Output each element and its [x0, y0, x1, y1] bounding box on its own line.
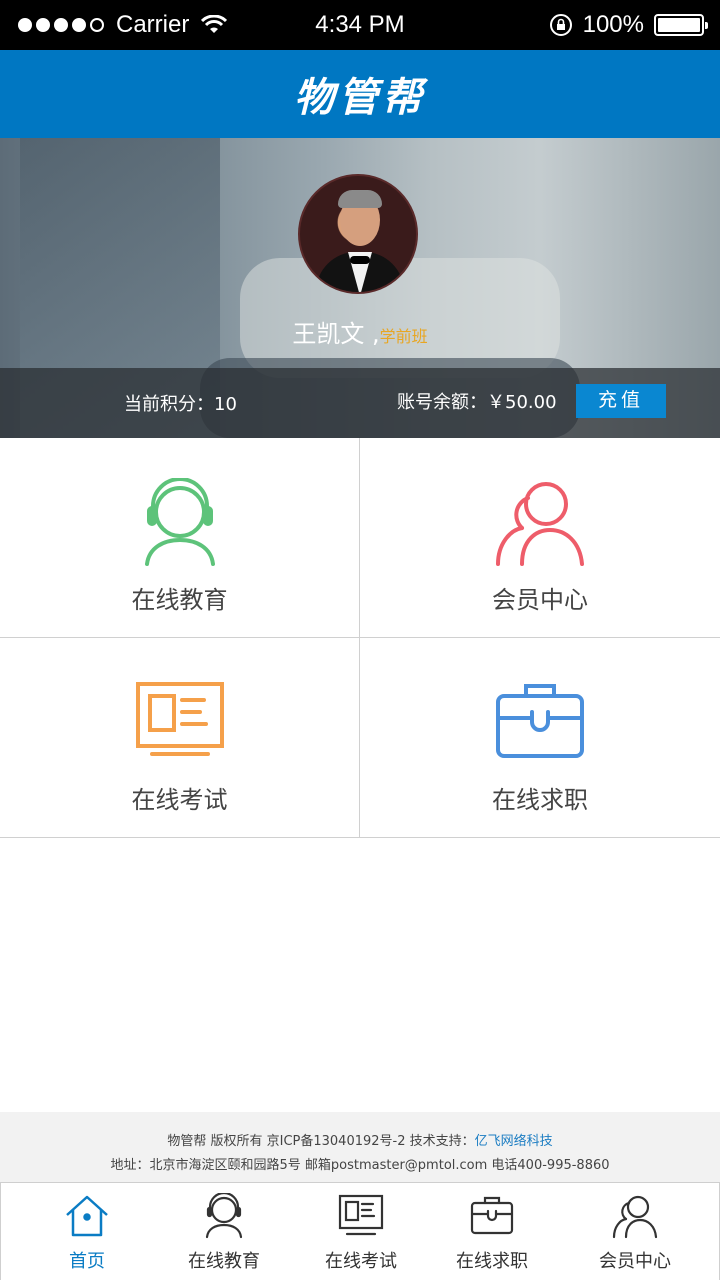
footer-line-1: 物管帮 版权所有 京ICP备13040192号-2 技术支持：亿飞网络科技 [0, 1130, 720, 1149]
site-footer: 物管帮 版权所有 京ICP备13040192号-2 技术支持：亿飞网络科技 地址… [0, 1112, 720, 1182]
tab-label: 在线考试 [325, 1251, 397, 1272]
footer-contact: 地址：北京市海淀区颐和园路5号 邮箱postmaster@pmtol.com 电… [110, 1158, 610, 1173]
app-logo: 物管帮 [294, 74, 426, 121]
tab-label: 在线求职 [456, 1251, 528, 1272]
tab-home[interactable]: 首页 [15, 1183, 159, 1280]
battery-icon [654, 14, 708, 36]
name-separator: , [371, 320, 380, 348]
users-icon [612, 1195, 658, 1239]
profile-banner: 王凯文 ,学前班 当前积分：10 账号余额：￥50.00 充值 [0, 138, 720, 438]
rotation-lock-icon [549, 14, 572, 36]
briefcase-icon [470, 1196, 514, 1235]
home-icon [66, 1195, 108, 1237]
account-info-bar: 当前积分：10 账号余额：￥50.00 充值 [0, 368, 720, 438]
tab-label: 会员中心 [599, 1251, 671, 1272]
headset-person-icon [205, 1193, 243, 1239]
exam-screen-icon [135, 682, 224, 756]
tab-label: 首页 [69, 1251, 105, 1272]
tab-online-jobs[interactable]: 在线求职 [420, 1183, 564, 1280]
users-icon [496, 482, 584, 566]
tab-online-exam[interactable]: 在线考试 [289, 1183, 433, 1280]
grid-item-online-exam[interactable]: 在线考试 [0, 638, 360, 838]
balance-label: 账号余额：￥50.00 [397, 392, 557, 413]
tab-label: 在线教育 [188, 1251, 260, 1272]
status-bar: Carrier 4:34 PM 100% [0, 0, 720, 50]
grid-item-label: 会员中心 [492, 586, 588, 614]
grid-item-label: 在线教育 [131, 586, 228, 614]
user-name-line: 王凯文 ,学前班 [0, 314, 720, 349]
bottom-tab-bar: 首页 在线教育 在线考试 在线求职 会员中心 [0, 1182, 720, 1280]
grid-item-online-jobs[interactable]: 在线求职 [360, 638, 720, 838]
grid-item-online-education[interactable]: 在线教育 [0, 438, 360, 638]
points-label: 当前积分：10 [124, 394, 237, 415]
recharge-button[interactable]: 充值 [576, 384, 666, 418]
tech-support-link[interactable]: 亿飞网络科技 [475, 1134, 553, 1149]
user-role: 学前班 [379, 327, 428, 346]
app-header: 物管帮 [0, 50, 720, 138]
exam-screen-icon [338, 1194, 384, 1236]
headset-person-icon [144, 478, 215, 566]
user-name: 王凯文 [292, 320, 365, 348]
briefcase-icon [496, 684, 584, 758]
grid-item-label: 在线求职 [492, 786, 588, 814]
battery-percent: 100% [582, 11, 644, 38]
status-right: 100% [549, 0, 708, 50]
footer-copyright: 物管帮 版权所有 京ICP备13040192号-2 技术支持： [167, 1134, 475, 1149]
grid-item-member-center[interactable]: 会员中心 [360, 438, 720, 638]
tab-member-center[interactable]: 会员中心 [563, 1183, 707, 1280]
feature-grid: 在线教育 会员中心 在线考试 在线求职 [0, 438, 720, 838]
avatar[interactable] [298, 174, 418, 294]
grid-item-label: 在线考试 [131, 786, 228, 814]
tab-online-education[interactable]: 在线教育 [152, 1183, 296, 1280]
